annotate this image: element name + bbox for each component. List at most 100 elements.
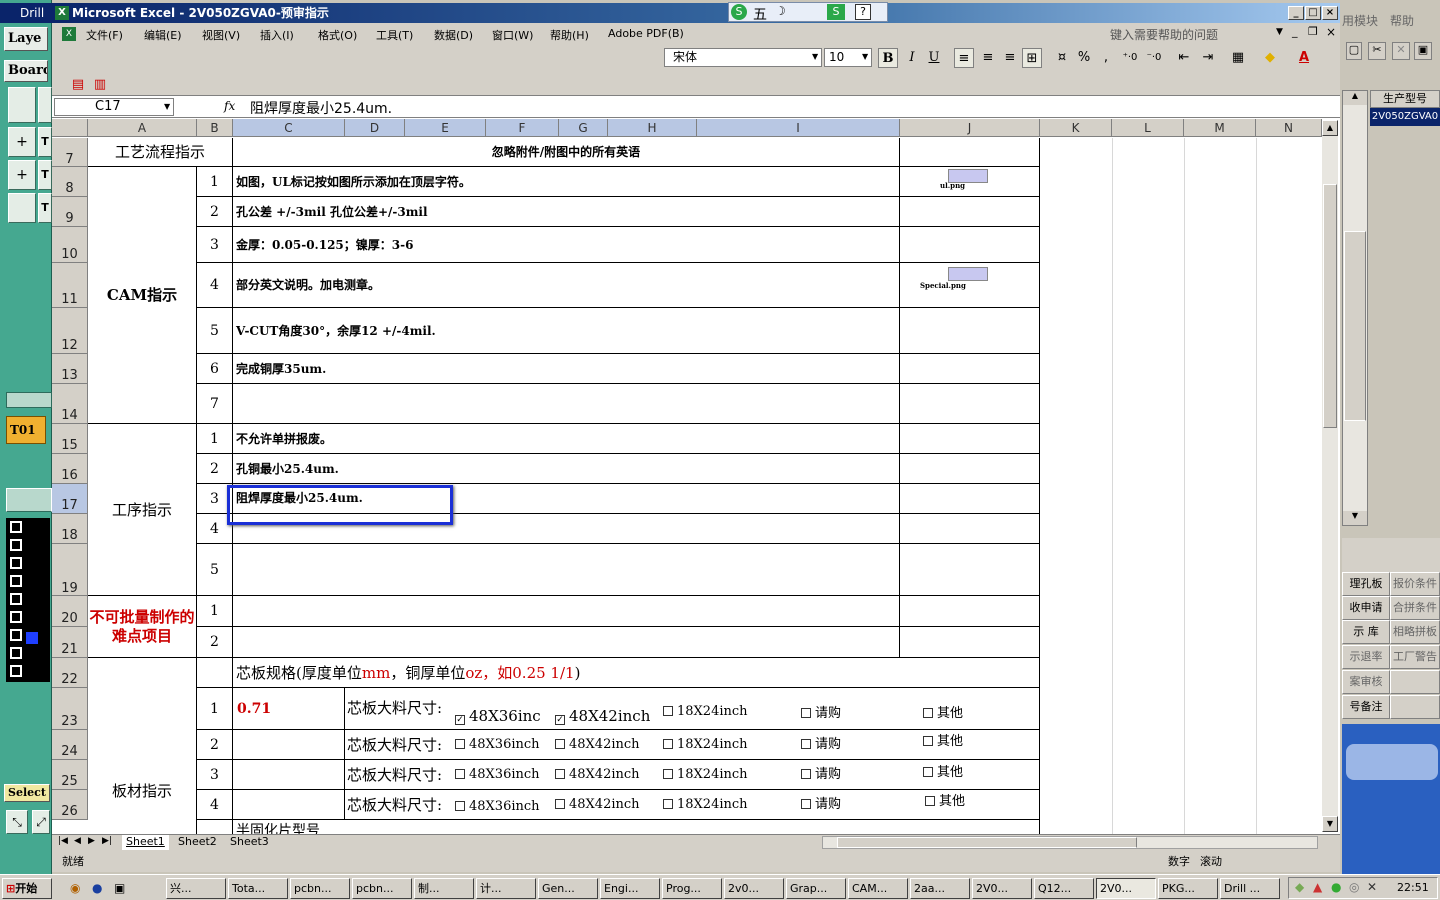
save-icon[interactable]: ▣ xyxy=(1414,42,1432,60)
checkbox[interactable] xyxy=(10,539,22,551)
menu-tools[interactable]: 工具(T) xyxy=(376,27,413,43)
checkbox[interactable] xyxy=(923,708,933,718)
taskbar-item[interactable]: CAM... xyxy=(848,878,908,899)
proc-num[interactable]: 5 xyxy=(197,544,233,596)
layer-button[interactable]: Laye xyxy=(4,27,48,51)
core-size-row[interactable]: 芯板大料尺寸: ✓ 48X36inc ✓ 48X42inch 18X24inch 请… xyxy=(345,688,1040,730)
tool-square[interactable] xyxy=(38,87,52,123)
row-header[interactable]: 25 xyxy=(52,760,88,790)
checkbox[interactable] xyxy=(663,739,673,749)
add-icon[interactable]: + xyxy=(8,160,36,190)
increase-decimal-icon[interactable]: ⁺·0 xyxy=(1120,48,1140,68)
ignore-note[interactable]: 忽略附件/附图中的所有英语 xyxy=(233,138,900,167)
cam-section-label[interactable]: CAM指示 xyxy=(88,167,197,424)
underline-button[interactable]: U xyxy=(924,48,944,68)
cell-j16[interactable] xyxy=(900,454,1040,484)
attachment-ul[interactable]: ul.png xyxy=(900,167,1040,197)
quicklaunch-icon[interactable]: ◉ xyxy=(70,881,80,895)
proc-num[interactable]: 1 xyxy=(197,424,233,454)
doc-close-button[interactable]: × xyxy=(1326,25,1336,39)
vertical-scrollbar[interactable]: ▲ ▼ xyxy=(1322,120,1338,832)
row-header[interactable]: 18 xyxy=(52,514,88,544)
taskbar-item[interactable]: Tota... xyxy=(228,878,288,899)
help-search-input[interactable]: 键入需要帮助的问题 xyxy=(1110,26,1286,42)
scroll-thumb[interactable] xyxy=(1323,184,1337,428)
hscroll-thumb[interactable] xyxy=(837,837,1137,848)
row-header[interactable]: 22 xyxy=(52,658,88,688)
taskbar-item[interactable]: 兴... xyxy=(166,878,226,899)
menu-help[interactable]: 帮助(H) xyxy=(550,27,589,43)
taskbar-item[interactable]: pcbn... xyxy=(290,878,350,899)
taskbar-item[interactable]: 2aa... xyxy=(910,878,970,899)
col-header-b[interactable]: B xyxy=(197,119,233,137)
chevron-down-icon[interactable]: ▼ xyxy=(862,52,868,61)
merge-center-icon[interactable]: ⊞ xyxy=(1022,48,1042,68)
menu-window[interactable]: 窗口(W) xyxy=(492,27,533,43)
cell-j12[interactable] xyxy=(900,308,1040,354)
pdf-icon[interactable]: ▤ xyxy=(68,75,88,95)
taskbar-item[interactable]: Q12... xyxy=(1034,878,1094,899)
cam-item-text[interactable]: 完成铜厚35um. xyxy=(233,354,900,384)
tray-icon[interactable]: ✕ xyxy=(1367,880,1377,894)
core-size-row[interactable]: 芯板大料尺寸: 48X36inch 48X42inch 18X24inch 请购… xyxy=(345,790,1040,820)
diff-num[interactable]: 1 xyxy=(197,596,233,627)
scroll-thumb[interactable] xyxy=(1344,231,1366,421)
cell-j9[interactable] xyxy=(900,197,1040,227)
row-header[interactable]: 7 xyxy=(52,138,88,167)
partial-row-text[interactable]: 半固化片型号 xyxy=(233,820,1040,834)
empty-button[interactable] xyxy=(6,488,52,512)
percent-button[interactable]: % xyxy=(1074,48,1094,68)
col-header-a[interactable]: A xyxy=(88,119,197,137)
checkbox[interactable] xyxy=(10,575,22,587)
indent-icon[interactable]: ⇥ xyxy=(1198,48,1218,68)
tool-t[interactable]: T xyxy=(38,127,52,157)
production-model-value[interactable]: 2V050ZGVA0 xyxy=(1370,108,1440,126)
delete-icon[interactable]: ✕ xyxy=(1392,42,1410,60)
align-center-icon[interactable]: ≡ xyxy=(978,48,998,68)
scroll-up-button[interactable]: ▲ xyxy=(1322,120,1338,136)
checkbox[interactable] xyxy=(555,799,565,809)
align-right-icon[interactable]: ≡ xyxy=(1000,48,1020,68)
menu-edit[interactable]: 编辑(E) xyxy=(144,27,182,43)
menu-format[interactable]: 格式(O) xyxy=(318,27,357,43)
taskbar-item[interactable]: pcbn... xyxy=(352,878,412,899)
cell-j10[interactable] xyxy=(900,227,1040,263)
tab-prev-icon[interactable]: ◀ xyxy=(74,836,81,846)
tool-t01[interactable]: T01 xyxy=(6,416,46,444)
menu-data[interactable]: 数据(D) xyxy=(434,27,473,43)
checkbox[interactable] xyxy=(801,739,811,749)
checkbox[interactable] xyxy=(10,521,22,533)
row-header-selected[interactable]: 17 xyxy=(52,484,88,514)
col-header-c[interactable]: C xyxy=(233,119,345,137)
col-header-d[interactable]: D xyxy=(345,119,405,137)
checkbox[interactable] xyxy=(663,706,673,716)
scissors-icon[interactable]: ✂ xyxy=(1368,42,1386,60)
cell-j20[interactable] xyxy=(900,596,1040,627)
cam-item-text[interactable]: 金厚：0.05-0.125；镍厚：3-6 xyxy=(233,227,900,263)
chevron-down-icon[interactable]: ▼ xyxy=(1276,27,1283,37)
checkbox[interactable] xyxy=(555,769,565,779)
checkbox[interactable] xyxy=(663,799,673,809)
row-header[interactable]: 24 xyxy=(52,730,88,760)
ime-toolbar[interactable]: S 五 ☽ S ? xyxy=(728,2,888,23)
row-header[interactable]: 19 xyxy=(52,544,88,596)
taskbar-item[interactable]: Gen... xyxy=(538,878,598,899)
process-header[interactable]: 工艺流程指示 xyxy=(88,138,233,167)
tab-last-icon[interactable]: ▶| xyxy=(102,836,112,846)
checkbox[interactable] xyxy=(663,769,673,779)
checkbox[interactable] xyxy=(455,739,465,749)
tool-square[interactable] xyxy=(8,87,36,123)
tab-next-icon[interactable]: ▶ xyxy=(88,836,95,846)
cell-j17[interactable] xyxy=(900,484,1040,514)
core-num[interactable]: 4 xyxy=(197,790,233,820)
cell-j7[interactable] xyxy=(900,138,1040,167)
col-header-n[interactable]: N xyxy=(1256,119,1322,137)
desktop-icon[interactable]: ▣ xyxy=(114,881,125,895)
diff-num[interactable]: 2 xyxy=(197,627,233,658)
checkbox[interactable] xyxy=(10,665,22,677)
core-thickness-empty[interactable] xyxy=(233,790,345,820)
tab-first-icon[interactable]: |◀ xyxy=(58,836,68,846)
taskbar-item[interactable]: 2V0... xyxy=(972,878,1032,899)
cell-j13[interactable] xyxy=(900,354,1040,384)
right-button[interactable]: 报价条件 xyxy=(1390,572,1440,596)
